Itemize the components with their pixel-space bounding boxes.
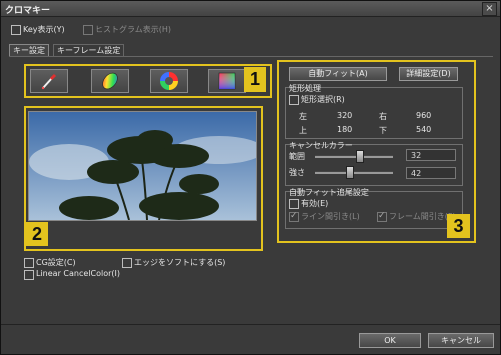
preview-image: [28, 111, 257, 221]
bottom-label: 下: [379, 126, 387, 135]
color-square-button[interactable]: [208, 69, 246, 93]
rect-processing-title: 矩形処理: [289, 84, 321, 93]
left-label: 左: [299, 112, 307, 121]
hue-ellipse-icon: [102, 72, 118, 90]
right-label: 右: [379, 112, 387, 121]
dialog-title: クロマキー: [5, 6, 51, 16]
strength-slider-thumb[interactable]: [346, 166, 354, 179]
frame-thin-label: フレーム間引き(F): [389, 212, 456, 221]
left-value: 320: [337, 111, 353, 120]
detail-settings-button[interactable]: 詳細設定(D): [399, 67, 458, 81]
autofit-track-title: 自動フィット追尾設定: [289, 188, 369, 197]
strength-value-field[interactable]: 42: [406, 167, 456, 179]
top-label: 上: [299, 126, 307, 135]
rect-select-checkbox[interactable]: [289, 95, 299, 105]
rect-select-label: 矩形選択(R): [301, 95, 345, 104]
line-thin-label: ライン間引き(L): [301, 212, 360, 221]
area-badge-1: 1: [244, 67, 266, 92]
bottom-value: 540: [416, 125, 432, 134]
right-value: 960: [416, 111, 432, 120]
range-slider-thumb[interactable]: [356, 150, 364, 163]
footer-divider: [1, 324, 500, 325]
range-label: 範囲: [289, 152, 305, 161]
strength-label: 強さ: [289, 168, 305, 177]
area-badge-2: 2: [26, 222, 48, 246]
linear-cancel-label: Linear CancelColor(I): [36, 269, 120, 278]
hue-ellipse-button[interactable]: [91, 69, 129, 93]
tab-divider: [9, 56, 493, 57]
eyedropper-icon: [41, 73, 57, 90]
close-button[interactable]: ×: [482, 2, 497, 16]
range-value-field[interactable]: 32: [406, 149, 456, 161]
cancel-button[interactable]: キャンセル: [428, 333, 494, 348]
autofit-enable-checkbox[interactable]: [289, 199, 299, 209]
eyedropper-button[interactable]: [30, 69, 68, 93]
palm-trees-image: [29, 112, 256, 220]
key-display-label: Key表示(Y): [23, 25, 65, 34]
auto-fit-button[interactable]: 自動フィット(A): [289, 67, 387, 81]
frame-thin-checkbox[interactable]: [377, 211, 387, 222]
histogram-display-label: ヒストグラム表示(H): [95, 25, 172, 34]
linear-cancel-checkbox[interactable]: [24, 270, 34, 280]
color-wheel-icon: [160, 72, 178, 90]
cancel-color-title: キャンセルカラー: [289, 141, 353, 150]
cg-setting-label: CG設定(C): [36, 258, 76, 267]
line-thin-checkbox[interactable]: [289, 211, 299, 222]
autofit-enable-label: 有効(E): [301, 199, 329, 208]
range-slider-track[interactable]: [315, 155, 393, 158]
cg-setting-checkbox[interactable]: [24, 258, 34, 268]
strength-slider-track[interactable]: [315, 171, 393, 174]
color-wheel-button[interactable]: [150, 69, 188, 93]
color-square-icon: [218, 72, 236, 90]
histogram-display-checkbox[interactable]: [83, 25, 93, 35]
soft-edge-checkbox[interactable]: [122, 258, 132, 268]
area-badge-3: 3: [447, 214, 470, 238]
key-display-checkbox[interactable]: [11, 25, 21, 35]
top-value: 180: [337, 125, 353, 134]
title-bar: クロマキー ×: [1, 1, 500, 17]
ok-button[interactable]: OK: [359, 333, 421, 348]
chroma-key-dialog: クロマキー × Key表示(Y) ヒストグラム表示(H) キー設定 キーフレーム…: [0, 0, 501, 355]
soft-edge-label: エッジをソフトにする(S): [134, 258, 226, 267]
